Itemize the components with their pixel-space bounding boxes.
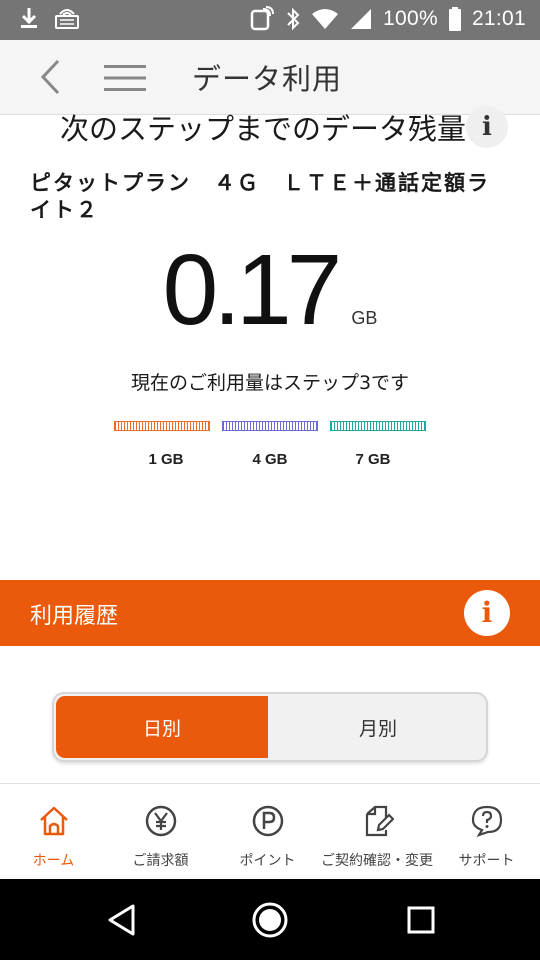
period-segmented-control: 日別 月別 bbox=[52, 692, 488, 762]
back-triangle-icon[interactable] bbox=[106, 903, 136, 937]
remaining-data-unit: GB bbox=[351, 308, 378, 328]
history-info-icon[interactable]: i bbox=[464, 590, 510, 636]
tab-monthly[interactable]: 月別 bbox=[272, 696, 484, 758]
battery-icon bbox=[448, 7, 461, 31]
wifi-router-icon bbox=[55, 9, 79, 29]
plan-name: ピタットプラン ４Ｇ ＬＴＥ＋通話定額ライト２ bbox=[30, 171, 490, 222]
signal-icon bbox=[351, 9, 372, 29]
download-icon bbox=[21, 8, 37, 28]
status-bar-left bbox=[18, 6, 80, 30]
nav-item-support[interactable]: サポート bbox=[433, 784, 540, 880]
contract-edit-icon bbox=[365, 805, 394, 837]
nav-item-points[interactable]: ポイント bbox=[214, 784, 321, 880]
help-icon bbox=[471, 805, 502, 837]
step-bar-3 bbox=[330, 421, 426, 431]
nav-label-home: ホーム bbox=[32, 853, 75, 869]
remaining-data-value: 0.17 GB bbox=[0, 240, 540, 340]
bluetooth-icon bbox=[287, 7, 300, 31]
back-chevron-icon[interactable] bbox=[36, 58, 66, 96]
current-step-text: 現在のご利用量はステップ3です bbox=[130, 372, 410, 394]
page-title: データ利用 bbox=[192, 62, 343, 96]
recents-square-icon[interactable] bbox=[406, 905, 436, 935]
system-nav-bar bbox=[0, 879, 540, 960]
step-remaining-heading: 次のステップまでのデータ残量 bbox=[60, 112, 467, 144]
step-bar-1 bbox=[114, 421, 210, 431]
clock: 21:01 bbox=[471, 7, 526, 30]
status-bar: 100% 21:01 bbox=[0, 0, 540, 40]
hamburger-menu-icon[interactable] bbox=[104, 64, 146, 92]
step-label-3: 7 GB bbox=[355, 451, 391, 468]
step-label-1: 1 GB bbox=[148, 451, 184, 468]
nav-label-billing: ご請求額 bbox=[132, 853, 189, 869]
nfc-icon bbox=[250, 6, 275, 31]
home-icon bbox=[39, 806, 68, 836]
step-bar-2 bbox=[222, 421, 318, 431]
tab-daily[interactable]: 日別 bbox=[56, 696, 268, 758]
bottom-nav: ホーム ご請求額 ポイント ご契約確認・変更 サポート bbox=[0, 783, 540, 880]
step-label-2: 4 GB bbox=[252, 451, 288, 468]
usage-history-header: 利用履歴 i bbox=[0, 580, 540, 646]
nav-label-contract: ご契約確認・変更 bbox=[321, 853, 433, 869]
status-bar-right: 100% 21:01 bbox=[249, 6, 526, 32]
info-icon[interactable]: i bbox=[466, 106, 508, 148]
nav-item-billing[interactable]: ご請求額 bbox=[107, 784, 214, 880]
battery-percent: 100% bbox=[383, 7, 438, 30]
wifi-icon bbox=[312, 9, 339, 29]
home-circle-icon[interactable] bbox=[251, 901, 289, 939]
usage-history-title: 利用履歴 bbox=[30, 604, 119, 629]
nav-item-home[interactable]: ホーム bbox=[0, 784, 107, 880]
nav-label-points: ポイント bbox=[239, 853, 296, 869]
point-icon bbox=[252, 805, 283, 837]
nav-label-support: サポート bbox=[458, 853, 515, 869]
yen-icon bbox=[145, 805, 176, 837]
nav-item-contract[interactable]: ご契約確認・変更 bbox=[321, 784, 433, 880]
app-header: データ利用 bbox=[0, 40, 540, 115]
remaining-data-number: 0.17 bbox=[162, 234, 343, 346]
